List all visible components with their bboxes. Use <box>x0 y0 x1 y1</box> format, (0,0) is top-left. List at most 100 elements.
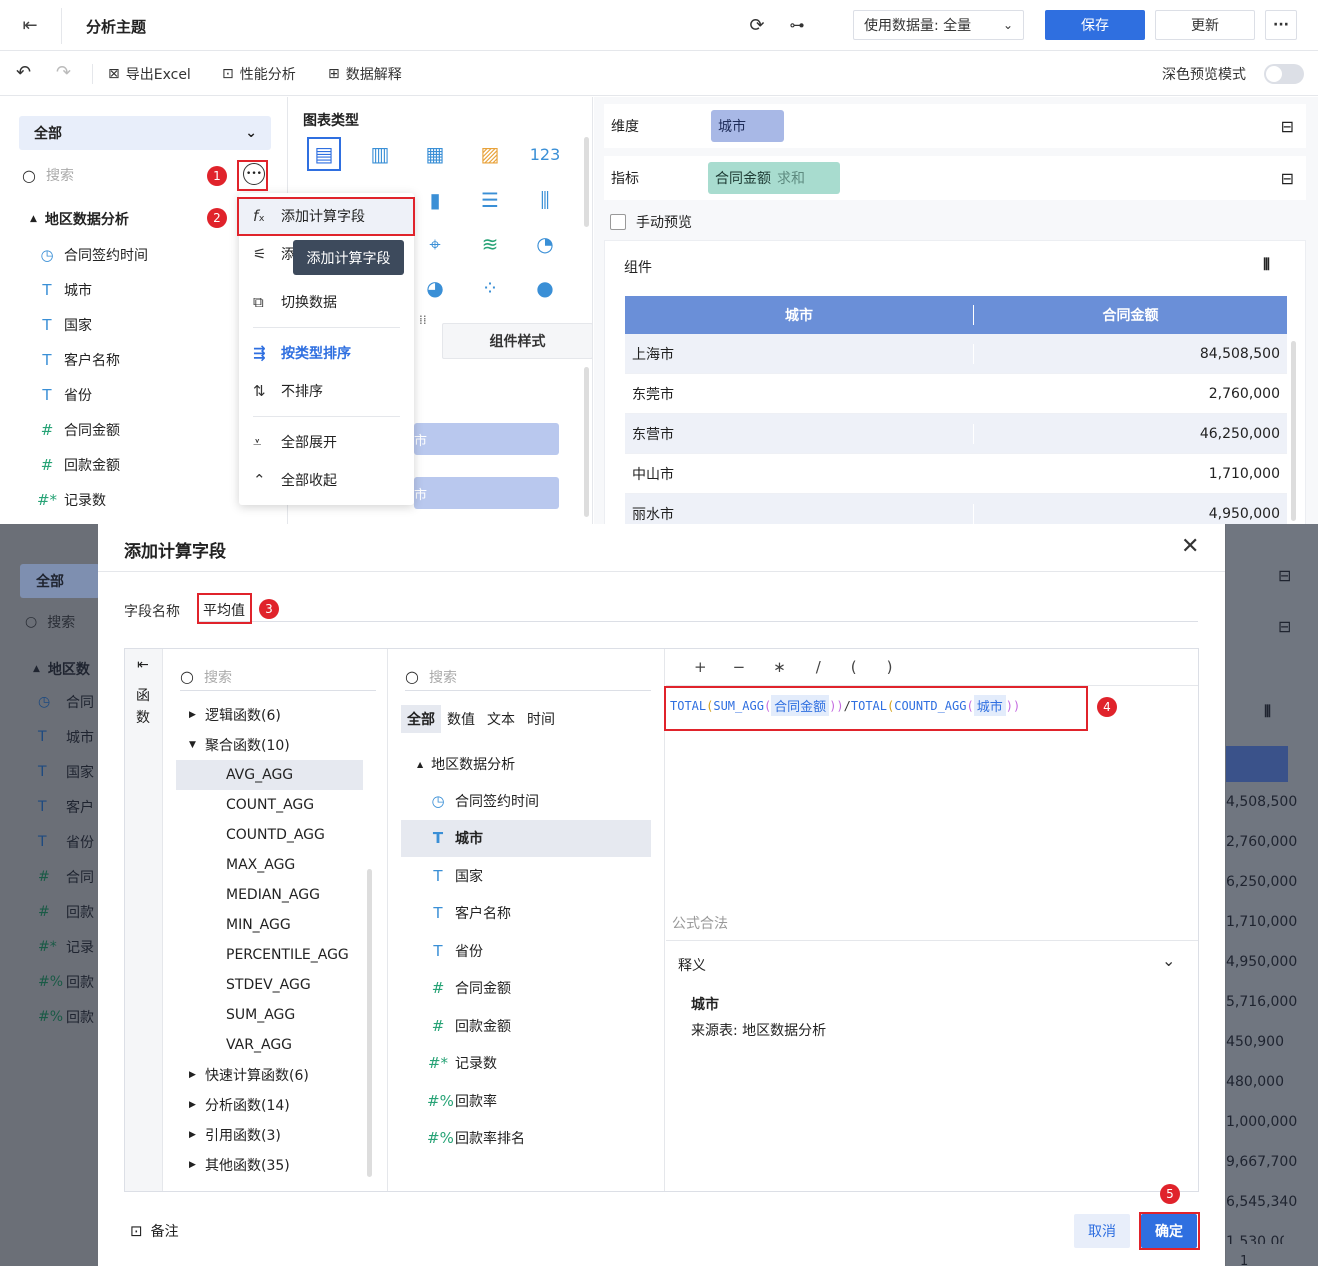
list-item[interactable]: #% 回款率排名 <box>401 1120 651 1158</box>
close-icon[interactable]: ✕ <box>1181 534 1199 559</box>
scatter-icon[interactable]: ⁘ <box>473 271 507 305</box>
tab-text[interactable]: 文本 <box>481 705 521 733</box>
dark-mode-toggle[interactable] <box>1264 64 1304 84</box>
formula-field-search[interactable]: ○ 搜索 <box>405 663 651 691</box>
explain-button[interactable]: ⊞ 数据解释 <box>328 64 402 84</box>
barcode-icon[interactable]: ⦀ <box>1263 255 1270 275</box>
close-paren-operator[interactable]: ) <box>887 658 893 676</box>
function-group[interactable]: ▶ 快速计算函数(6) <box>189 1060 379 1090</box>
scrollbar[interactable] <box>367 869 372 1177</box>
chevron-down-icon[interactable]: ⌄ <box>1162 951 1175 970</box>
drag-handle-icon[interactable]: ⁞⁞ <box>419 313 427 327</box>
function-search[interactable]: ○ 搜索 <box>180 663 376 691</box>
list-item[interactable]: # 回款金额 <box>401 1007 651 1045</box>
list-item[interactable]: # 合同金额 <box>401 970 651 1008</box>
field-name-input[interactable]: 平均值 <box>198 594 1198 622</box>
divide-operator[interactable]: / <box>816 658 821 676</box>
table-row[interactable]: 东营市 46,250,000 <box>625 414 1287 454</box>
kpi-icon[interactable]: 123 <box>528 137 562 171</box>
cross-table-icon[interactable]: ▥ <box>363 137 397 171</box>
function-item[interactable]: PERCENTILE_AGG <box>189 940 379 970</box>
function-item[interactable]: STDEV_AGG <box>189 970 379 1000</box>
tab-time[interactable]: 时间 <box>521 705 561 733</box>
list-item[interactable]: T 国家 <box>401 857 651 895</box>
tab-functions[interactable]: 函数 <box>136 685 152 729</box>
column-header[interactable]: 合同金额 <box>974 305 1287 325</box>
list-item[interactable]: T 城市 <box>401 819 651 857</box>
export-excel-button[interactable]: ⊠ 导出Excel <box>108 64 191 84</box>
flow-icon[interactable]: ⊶ <box>786 14 808 36</box>
bubble-icon[interactable]: ● <box>528 271 562 305</box>
list-item[interactable]: T 省份 <box>401 932 651 970</box>
perf-button[interactable]: ⊡ 性能分析 <box>222 64 296 84</box>
radar-icon[interactable]: ⌖ <box>418 227 452 261</box>
update-button[interactable]: 更新 <box>1155 10 1255 40</box>
checkbox[interactable] <box>610 214 626 230</box>
field-search[interactable]: ○ 搜索 <box>22 163 222 187</box>
list-item[interactable]: T 客户名称 <box>401 895 651 933</box>
minus-operator[interactable]: − <box>733 658 746 676</box>
function-item[interactable]: MEDIAN_AGG <box>189 880 379 910</box>
plus-operator[interactable]: + <box>694 658 707 676</box>
dataset-select[interactable]: 全部 ⌄ <box>19 116 271 150</box>
function-item[interactable]: MIN_AGG <box>189 910 379 940</box>
tab-component-style[interactable]: 组件样式 <box>442 323 593 359</box>
function-item[interactable]: COUNTD_AGG <box>189 820 379 850</box>
manual-preview[interactable]: 手动预览 <box>610 212 692 232</box>
redo-icon[interactable]: ↷ <box>56 62 71 83</box>
multiply-operator[interactable]: ∗ <box>773 658 786 676</box>
function-item[interactable]: VAR_AGG <box>189 1030 379 1060</box>
save-button[interactable]: 保存 <box>1045 10 1145 40</box>
more-button[interactable]: ··· <box>1265 10 1297 40</box>
function-group[interactable]: ▶ 其他函数(35) <box>189 1150 379 1180</box>
function-item[interactable]: SUM_AGG <box>189 1000 379 1030</box>
menu-item-switch-data[interactable]: ⧉ 切换数据 <box>239 283 414 321</box>
list-item[interactable]: ◷ 合同签约时间 <box>401 782 651 820</box>
scrollbar[interactable] <box>584 367 589 517</box>
menu-item-no-sort[interactable]: ⇅ 不排序 <box>239 372 414 410</box>
undo-icon[interactable]: ↶ <box>16 62 31 83</box>
scrollbar[interactable] <box>584 137 589 227</box>
dimension-chip[interactable]: 城市 <box>711 110 784 142</box>
cancel-button[interactable]: 取消 <box>1074 1214 1130 1248</box>
tab-numeric[interactable]: 数值 <box>441 705 481 733</box>
waterfall-icon[interactable]: ⫼ <box>528 183 562 217</box>
stacked-bar-icon[interactable]: ☰ <box>473 183 507 217</box>
gauge-icon[interactable]: ◔ <box>528 227 562 261</box>
function-item[interactable]: MAX_AGG <box>189 850 379 880</box>
lock-icon[interactable]: ⊟ <box>1281 169 1294 188</box>
function-group[interactable]: ▼ 聚合函数(10) <box>189 730 379 760</box>
metric-chip[interactable]: 合同金额 求和 <box>708 162 840 194</box>
table-row[interactable]: 中山市 1,710,000 <box>625 454 1287 494</box>
data-usage-select[interactable]: 使用数据量: 全量 ⌄ <box>853 10 1024 40</box>
table-row[interactable]: 东莞市 2,760,000 <box>625 374 1287 414</box>
function-item[interactable]: AVG_AGG <box>176 760 363 790</box>
detail-table-icon[interactable]: ▦ <box>418 137 452 171</box>
open-paren-operator[interactable]: ( <box>851 658 857 676</box>
formula-field-group[interactable]: ▲ 地区数据分析 <box>417 754 515 774</box>
function-group[interactable]: ▶ 逻辑函数(6) <box>189 700 379 730</box>
menu-item-expand-all[interactable]: ⩡ 全部展开 <box>239 423 414 461</box>
area-chart-icon[interactable]: ≋ <box>473 227 507 261</box>
scrollbar[interactable] <box>1291 341 1296 521</box>
menu-item-sort-by-type[interactable]: ⇶ 按类型排序 <box>239 334 414 372</box>
grouped-table-icon[interactable]: ▨ <box>473 137 507 171</box>
function-item[interactable]: COUNT_AGG <box>189 790 379 820</box>
table-chart-icon[interactable]: ▤ <box>307 137 341 171</box>
list-item[interactable]: #* 记录数 <box>401 1045 651 1083</box>
note-button[interactable]: ⊡ 备注 <box>130 1221 179 1241</box>
lock-icon[interactable]: ⊟ <box>1281 117 1294 136</box>
list-item[interactable]: #% 回款率 <box>401 1082 651 1120</box>
pie-chart-icon[interactable]: ◕ <box>418 271 452 305</box>
table-row[interactable]: 上海市 84,508,500 <box>625 334 1287 374</box>
refresh-icon[interactable]: ⟳ <box>746 14 768 36</box>
column-header[interactable]: 城市 <box>625 305 974 325</box>
collapse-left-icon[interactable]: ⇤ <box>137 657 149 673</box>
field-group-header[interactable]: ▲ 地区数据分析 <box>30 209 129 229</box>
function-group[interactable]: ▶ 引用函数(3) <box>189 1120 379 1150</box>
tab-all[interactable]: 全部 <box>401 705 441 733</box>
exit-icon[interactable]: ⇤ <box>18 13 42 37</box>
menu-item-collapse-all[interactable]: ⌃ 全部收起 <box>239 461 414 499</box>
function-group[interactable]: ▶ 分析函数(14) <box>189 1090 379 1120</box>
bar-chart-icon[interactable]: ▮ <box>418 183 452 217</box>
